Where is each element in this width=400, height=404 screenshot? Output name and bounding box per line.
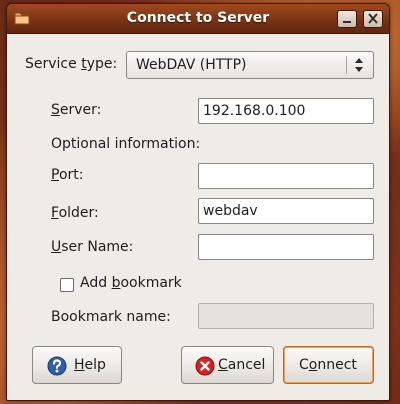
- optional-information-heading: Optional information:: [51, 136, 201, 152]
- close-icon: [368, 13, 378, 24]
- help-button-label-part: elp: [84, 357, 106, 373]
- port-label-part: ort:: [58, 167, 84, 183]
- cancel-button-mnemonic: C: [218, 357, 228, 373]
- cancel-button-label-part: ancel: [227, 357, 266, 373]
- add-bookmark-label-part2: ookmark: [120, 275, 182, 291]
- help-button[interactable]: Help: [32, 346, 122, 384]
- minimize-icon: [343, 21, 351, 23]
- window-title: Connect to Server: [126, 10, 270, 26]
- user-name-input[interactable]: [198, 234, 374, 260]
- folder-label: Folder:: [51, 205, 99, 221]
- dialog-content: Service type: WebDAV (HTTP) Server: 192.…: [7, 34, 389, 400]
- port-label-mnemonic: P: [51, 167, 59, 183]
- connect-button-label-part2: nnect: [317, 357, 357, 373]
- add-bookmark-checkbox[interactable]: [60, 278, 74, 292]
- server-input[interactable]: 192.168.0.100: [198, 98, 374, 124]
- combo-arrows-icon: [355, 58, 363, 72]
- user-name-label: User Name:: [51, 239, 133, 255]
- port-label: Port:: [51, 167, 83, 183]
- folder-input[interactable]: webdav: [198, 198, 374, 224]
- service-type-value: WebDAV (HTTP): [136, 57, 247, 73]
- title-bar[interactable]: Connect to Server: [7, 4, 389, 34]
- close-button[interactable]: [363, 10, 383, 28]
- port-input[interactable]: [198, 163, 374, 189]
- server-label: Server:: [51, 102, 101, 118]
- service-type-label-part1: Service: [25, 56, 82, 72]
- connect-button-label: Connect: [299, 357, 357, 373]
- server-label-part: erver:: [59, 102, 102, 118]
- user-name-label-part: ser Name:: [61, 239, 134, 255]
- connect-button[interactable]: Connect: [283, 346, 374, 384]
- add-bookmark-label-part1: Add: [80, 275, 112, 291]
- combo-separator: [346, 56, 347, 74]
- server-label-mnemonic: S: [51, 102, 60, 118]
- help-icon: [47, 356, 67, 376]
- bookmark-name-input: [198, 303, 374, 329]
- folder-label-mnemonic: F: [51, 205, 59, 221]
- connect-to-server-dialog: Connect to Server Service type: WebDAV (…: [6, 3, 390, 401]
- cancel-icon: [195, 356, 215, 376]
- bookmark-name-label: Bookmark name:: [51, 309, 171, 325]
- service-type-label-part2: ype:: [86, 56, 118, 72]
- service-type-label: Service type:: [25, 56, 117, 72]
- add-bookmark-label[interactable]: Add bookmark: [80, 275, 182, 291]
- help-button-label: Help: [74, 357, 106, 373]
- help-button-mnemonic: H: [74, 357, 85, 373]
- cancel-button[interactable]: Cancel: [181, 346, 274, 384]
- connect-button-label-part1: C: [299, 357, 309, 373]
- minimize-button[interactable]: [337, 10, 357, 28]
- cancel-button-label: Cancel: [218, 357, 265, 373]
- folder-label-part: older:: [58, 205, 99, 221]
- service-type-combo[interactable]: WebDAV (HTTP): [126, 51, 374, 79]
- user-name-label-mnemonic: U: [51, 239, 62, 255]
